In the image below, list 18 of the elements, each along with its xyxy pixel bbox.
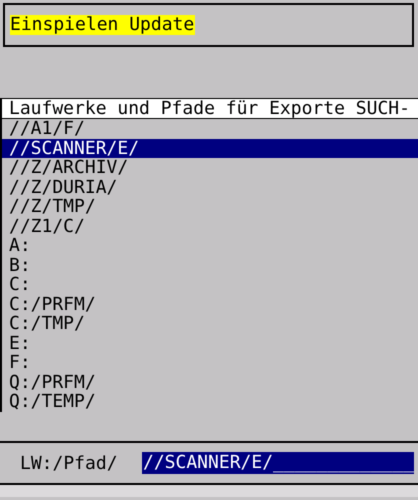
path-list-item[interactable]: //Z/TMP/ xyxy=(0,197,418,216)
path-list-item[interactable]: F: xyxy=(0,353,418,372)
path-list-item[interactable]: B: xyxy=(0,256,418,275)
path-list-item[interactable]: Q:/PRFM/ xyxy=(0,372,418,392)
path-list-item[interactable]: E: xyxy=(0,334,418,353)
path-list-item[interactable]: Q:/TEMP/ xyxy=(0,392,418,412)
path-list-item[interactable]: C: xyxy=(0,275,418,294)
path-list-item[interactable]: A: xyxy=(0,236,418,256)
path-list-item[interactable]: //Z/ARCHIV/ xyxy=(0,158,418,178)
path-input-field[interactable]: //SCANNER/E/_____________ xyxy=(142,452,414,474)
path-list-item[interactable]: //Z1/C/ xyxy=(0,216,418,236)
path-list-item[interactable]: //SCANNER/E/ xyxy=(0,138,418,158)
path-list-item[interactable]: C:/TMP/ xyxy=(0,314,418,334)
path-list-item[interactable]: C:/PRFM/ xyxy=(0,294,418,314)
path-list-item[interactable]: //Z/DURIA/ xyxy=(0,178,418,197)
screen-title: Einspielen Update xyxy=(10,15,196,35)
list-header: Laufwerke und Pfade für Exporte SUCH- xyxy=(0,98,418,119)
path-label: LW:/Pfad/ xyxy=(20,452,119,474)
